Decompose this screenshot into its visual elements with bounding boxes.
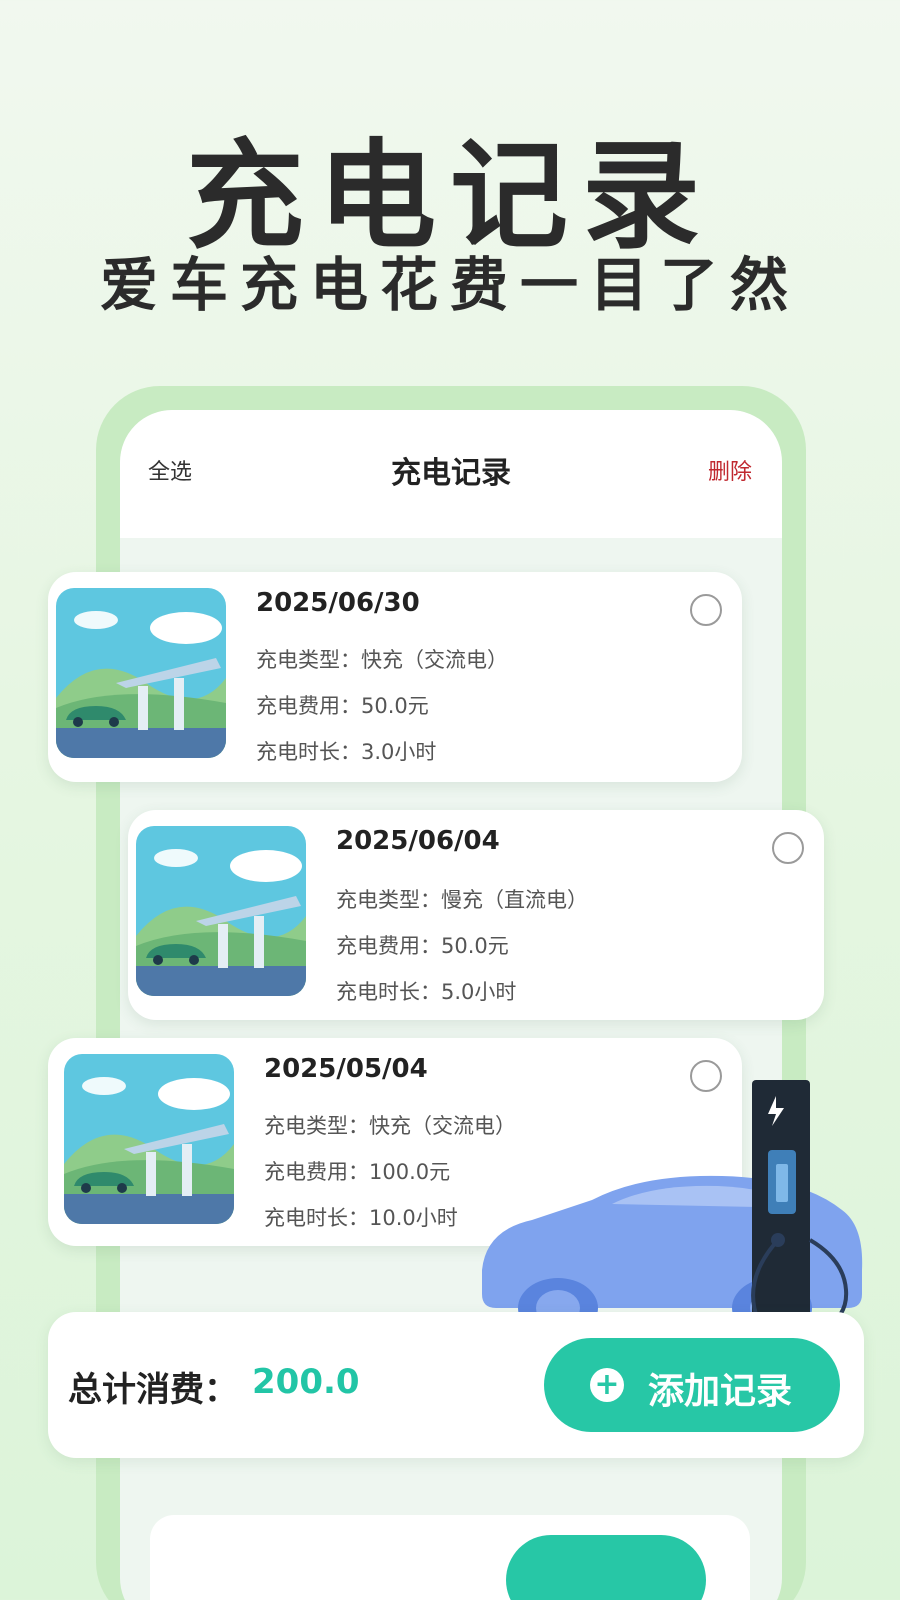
total-cost-label: 总计消费： [68,1370,238,1410]
record-type: 充电类型：慢充（直流电） [336,884,588,914]
charging-station-icon [64,1054,234,1224]
record-date: 2025/05/04 [264,1054,428,1084]
electric-car-icon [482,1080,863,1338]
record-type-label: 充电类型： [256,648,361,672]
plus-circle-icon: + [590,1368,624,1402]
record-cost: 充电费用：50.0元 [256,690,429,720]
add-record-button[interactable]: + 添加记录 [544,1338,840,1432]
record-duration: 充电时长：5.0小时 [336,976,516,1006]
record-type-label: 充电类型： [264,1114,369,1138]
record-duration-label: 充电时长： [336,980,441,1004]
record-cost: 充电费用：100.0元 [264,1156,450,1186]
record-cost-label: 充电费用： [264,1160,369,1184]
hero-subtitle: 爱车充电花费一目了然 [99,251,800,319]
charging-station-icon [56,588,226,758]
record-select-radio-icon[interactable] [690,594,722,626]
record-cost-value: 50.0元 [441,934,509,958]
record-type-value: 快充（交流电） [361,648,508,672]
record-cost-value: 50.0元 [361,694,429,718]
charging-station-thumbnail [64,1054,234,1224]
record-type-label: 充电类型： [336,888,441,912]
record-cost-value: 100.0元 [369,1160,451,1184]
record-type-value: 慢充（直流电） [441,888,588,912]
record-duration-value: 10.0小时 [369,1206,458,1230]
add-record-label: 添加记录 [648,1371,793,1412]
ev-charger-illustration [472,1080,872,1342]
app-header: 全选 充电记录 删除 [120,410,782,538]
record-select-radio-icon[interactable] [772,832,804,864]
record-card[interactable]: 2025/06/30 充电类型：快充（交流电） 充电费用：50.0元 充电时长：… [48,572,742,782]
delete-button[interactable]: 删除 [708,454,752,486]
record-type: 充电类型：快充（交流电） [256,644,508,674]
record-cost: 充电费用：50.0元 [336,930,509,960]
charging-station-icon [136,826,306,996]
total-cost-value: 200.0 [252,1362,360,1402]
record-cost-label: 充电费用： [256,694,361,718]
record-duration: 充电时长：10.0小时 [264,1202,458,1232]
charging-station-thumbnail [56,588,226,758]
record-cost-label: 充电费用： [336,934,441,958]
record-date: 2025/06/30 [256,588,420,618]
record-duration-value: 5.0小时 [441,980,517,1004]
next-screen-button [506,1535,706,1600]
record-card[interactable]: 2025/06/04 充电类型：慢充（直流电） 充电费用：50.0元 充电时长：… [128,810,824,1020]
summary-bar: 总计消费： 200.0 + 添加记录 [48,1312,864,1458]
record-duration-label: 充电时长： [264,1206,369,1230]
record-duration: 充电时长：3.0小时 [256,736,436,766]
record-date: 2025/06/04 [336,826,500,856]
record-duration-value: 3.0小时 [361,740,437,764]
record-duration-label: 充电时长： [256,740,361,764]
page-title: 充电记录 [391,456,511,491]
charging-station-thumbnail [136,826,306,996]
